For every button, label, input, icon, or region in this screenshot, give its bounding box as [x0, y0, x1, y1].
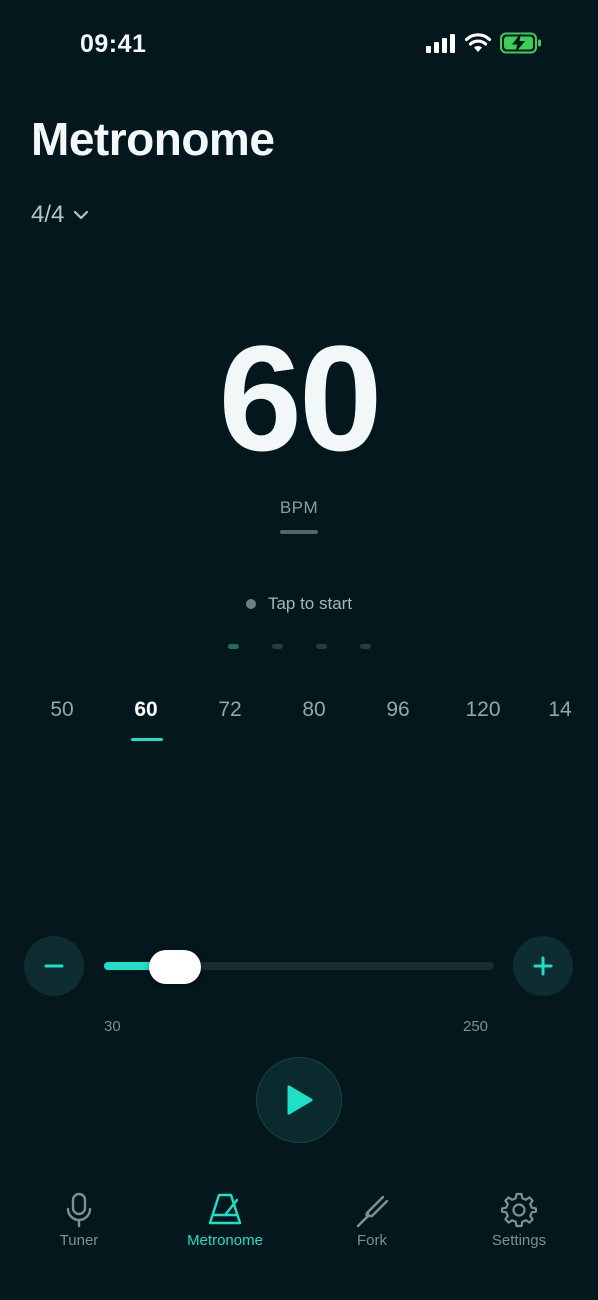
preset-14[interactable]: 14 [525, 698, 595, 722]
microphone-icon [66, 1192, 92, 1228]
preset-96[interactable]: 96 [363, 698, 433, 722]
tempo-presets: 50 60 72 80 96 120 14 [0, 698, 598, 748]
beat-indicator [228, 644, 239, 649]
tuning-fork-icon [356, 1195, 389, 1228]
tab-fork-label: Fork [357, 1232, 387, 1249]
gear-icon [501, 1192, 537, 1228]
tempo-slider-thumb[interactable] [149, 950, 202, 984]
battery-charging-icon [500, 32, 541, 54]
tab-tuner[interactable]: Tuner [9, 1192, 149, 1249]
beat-indicator [316, 644, 327, 649]
bpm-value[interactable]: 60 [0, 318, 598, 478]
preset-80[interactable]: 80 [279, 698, 349, 722]
tab-tuner-label: Tuner [59, 1232, 99, 1249]
time-signature-value: 4/4 [31, 201, 65, 228]
slider-max-label: 250 [463, 1018, 489, 1035]
minus-icon [44, 964, 64, 968]
preset-50[interactable]: 50 [27, 698, 97, 722]
tap-to-start[interactable]: Tap to start [0, 594, 598, 614]
tap-hint-label: Tap to start [267, 594, 353, 613]
status-icons [426, 32, 542, 54]
status-dot-icon [245, 599, 256, 609]
tab-bar: Tuner Metronome Fork Settings [0, 1180, 598, 1270]
signal-icon [426, 34, 455, 53]
time-signature-dropdown[interactable]: 4/4 [31, 201, 90, 229]
bpm-underline [280, 530, 318, 534]
increase-tempo-button[interactable] [513, 936, 573, 996]
preset-120[interactable]: 120 [448, 698, 518, 722]
preset-72[interactable]: 72 [195, 698, 265, 722]
preset-selected-underline [131, 738, 163, 741]
page-title: Metronome [31, 113, 275, 165]
metronome-icon [208, 1193, 242, 1225]
tab-metronome[interactable]: Metronome [155, 1192, 295, 1249]
beat-indicator [360, 644, 371, 649]
beat-indicator [272, 644, 283, 649]
status-time: 09:41 [80, 30, 147, 58]
beat-indicators [228, 644, 371, 649]
tab-settings[interactable]: Settings [449, 1192, 589, 1249]
slider-min-label: 30 [104, 1018, 121, 1035]
preset-60[interactable]: 60 [111, 698, 181, 722]
decrease-tempo-button[interactable] [24, 936, 84, 996]
tab-settings-label: Settings [491, 1232, 547, 1249]
tab-metronome-label: Metronome [187, 1232, 263, 1249]
status-bar: 09:41 [0, 0, 598, 90]
tab-fork[interactable]: Fork [302, 1192, 442, 1249]
plus-icon [533, 956, 553, 976]
wifi-icon [464, 33, 492, 52]
chevron-down-icon [74, 210, 89, 220]
bpm-label: BPM [279, 498, 319, 517]
play-icon [287, 1085, 313, 1115]
play-button[interactable] [256, 1057, 342, 1143]
